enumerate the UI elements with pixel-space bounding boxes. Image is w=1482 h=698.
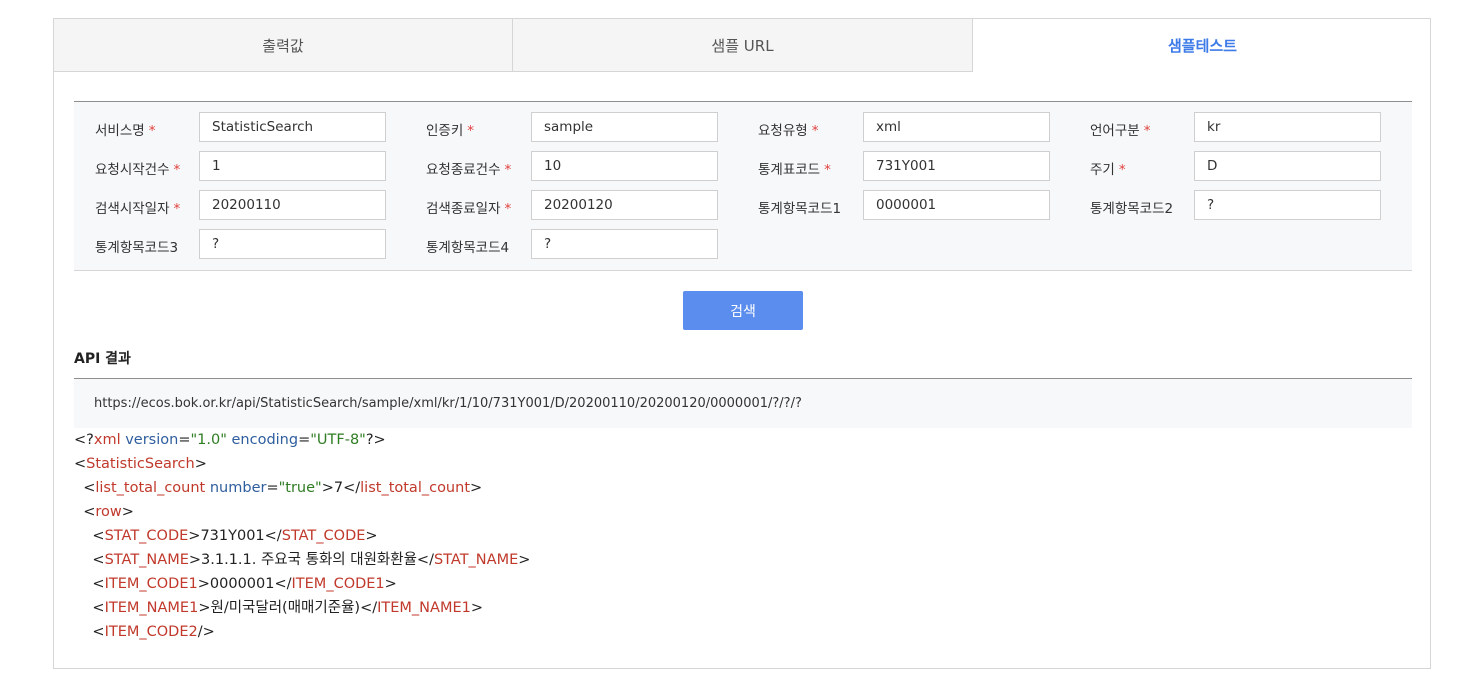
xml-token: > [121, 504, 134, 520]
xml-line: <list_total_count number="true">7</list_… [74, 476, 1412, 500]
xml-token: "1.0" [190, 432, 227, 448]
search-start-date-input[interactable] [199, 190, 386, 220]
xml-token: STAT_CODE [281, 528, 366, 544]
field-label-auth-key: 인증키 * [426, 123, 475, 139]
field-label-request-type: 요청유형 * [758, 123, 819, 139]
xml-line: <ITEM_NAME1>원/미국달러(매매기준율)</ITEM_NAME1> [74, 596, 1412, 620]
item-code-1-input[interactable] [863, 190, 1050, 220]
request-parameter-form: 서비스명* 인증키* 요청유형* 언어구분* 요청시작건수* 요청종료건수* 통… [74, 101, 1412, 271]
xml-token: = [298, 432, 311, 448]
xml-token: = [178, 432, 191, 448]
xml-token: >731Y001</ [188, 528, 282, 544]
field-label-item-code-2: 통계항목코드2 [1090, 201, 1174, 217]
field-label-item-code-4: 통계항목코드4 [426, 240, 510, 256]
xml-token: > [470, 480, 483, 496]
start-count-input[interactable] [199, 151, 386, 181]
xml-token: STAT_CODE [104, 528, 189, 544]
xml-token: list_total_count [360, 480, 471, 496]
field-label-search-start-date: 검색시작일자 * [95, 201, 181, 217]
xml-token: /> [197, 624, 215, 640]
xml-token: >0000001</ [197, 576, 292, 592]
field-label-start-count: 요청시작건수 * [95, 162, 181, 178]
xml-line: <ITEM_CODE2/> [74, 620, 1412, 644]
field-label-search-end-date: 검색종료일자 * [426, 201, 512, 217]
xml-token: number [209, 480, 267, 496]
xml-token: < [74, 480, 96, 496]
auth-key-input[interactable] [531, 112, 718, 142]
xml-token: StatisticSearch [86, 456, 195, 472]
xml-token: ITEM_CODE2 [104, 624, 198, 640]
item-code-4-input[interactable] [531, 229, 718, 259]
xml-token: < [74, 552, 105, 568]
xml-token: "UTF-8" [310, 432, 366, 448]
xml-token: > [470, 600, 484, 616]
xml-token: STAT_NAME [104, 552, 189, 568]
xml-token: < [74, 576, 105, 592]
xml-line: <?xml version="1.0" encoding="UTF-8"?> [74, 428, 1412, 452]
xml-token: encoding [231, 432, 299, 448]
xml-line: <ITEM_CODE1>0000001</ITEM_CODE1> [74, 572, 1412, 596]
language-input[interactable] [1194, 112, 1381, 142]
field-label-service-name: 서비스명 * [95, 123, 156, 139]
item-code-3-input[interactable] [199, 229, 386, 259]
xml-token: < [74, 456, 87, 472]
xml-token: > [194, 456, 207, 472]
search-end-date-input[interactable] [531, 190, 718, 220]
item-code-2-input[interactable] [1194, 190, 1381, 220]
xml-line: <row> [74, 500, 1412, 524]
xml-line: <STAT_CODE>731Y001</STAT_CODE> [74, 524, 1412, 548]
service-name-input[interactable] [199, 112, 386, 142]
api-url: https://ecos.bok.or.kr/api/StatisticSear… [74, 378, 1412, 428]
field-label-language: 언어구분 * [1090, 123, 1151, 139]
xml-token: < [74, 624, 105, 640]
xml-token: ?> [365, 432, 386, 448]
xml-token: > [384, 576, 397, 592]
search-button[interactable]: 검색 [683, 291, 803, 330]
xml-token: "true" [278, 480, 322, 496]
field-label-stat-table-code: 통계표코드 * [758, 162, 831, 178]
field-label-cycle: 주기 * [1090, 162, 1126, 178]
xml-token: = [266, 480, 279, 496]
xml-token: < [74, 504, 96, 520]
end-count-input[interactable] [531, 151, 718, 181]
xml-token: >7</ [321, 480, 361, 496]
field-label-item-code-3: 통계항목코드3 [95, 240, 179, 256]
xml-token: version [125, 432, 179, 448]
xml-token: ITEM_NAME1 [104, 600, 199, 616]
tab-output[interactable]: 출력값 [54, 19, 513, 72]
xml-line: <STAT_NAME>3.1.1.1. 주요국 통화의 대원화환율</STAT_… [74, 548, 1412, 572]
api-result-title: API 결과 [74, 351, 131, 367]
xml-token: < [74, 600, 105, 616]
xml-token: <? [74, 432, 94, 448]
xml-token: ITEM_CODE1 [291, 576, 385, 592]
xml-line: <StatisticSearch> [74, 452, 1412, 476]
xml-token: list_total_count [95, 480, 206, 496]
xml-token: row [95, 504, 122, 520]
xml-token: xml [93, 432, 121, 448]
stat-table-code-input[interactable] [863, 151, 1050, 181]
tab-sample-test[interactable]: 샘플테스트 [973, 19, 1430, 72]
xml-token: ITEM_CODE1 [104, 576, 198, 592]
xml-token: >3.1.1.1. 주요국 통화의 대원화환율</ [188, 552, 434, 568]
xml-output: <?xml version="1.0" encoding="UTF-8"?> <S… [74, 428, 1412, 653]
tab-sample-url[interactable]: 샘플 URL [513, 19, 973, 72]
request-type-input[interactable] [863, 112, 1050, 142]
cycle-input[interactable] [1194, 151, 1381, 181]
sample-test-panel: 출력값 샘플 URL 샘플테스트 서비스명* 인증키* 요청유형* 언어구분* … [53, 18, 1431, 669]
field-label-end-count: 요청종료건수 * [426, 162, 512, 178]
field-label-item-code-1: 통계항목코드1 [758, 201, 842, 217]
xml-token: ITEM_NAME1 [377, 600, 471, 616]
xml-token: < [74, 528, 105, 544]
xml-token: > [518, 552, 531, 568]
xml-token: > [365, 528, 378, 544]
xml-token: >원/미국달러(매매기준율)</ [198, 600, 378, 616]
xml-token: STAT_NAME [433, 552, 519, 568]
tab-bar: 출력값 샘플 URL 샘플테스트 [54, 19, 1430, 72]
